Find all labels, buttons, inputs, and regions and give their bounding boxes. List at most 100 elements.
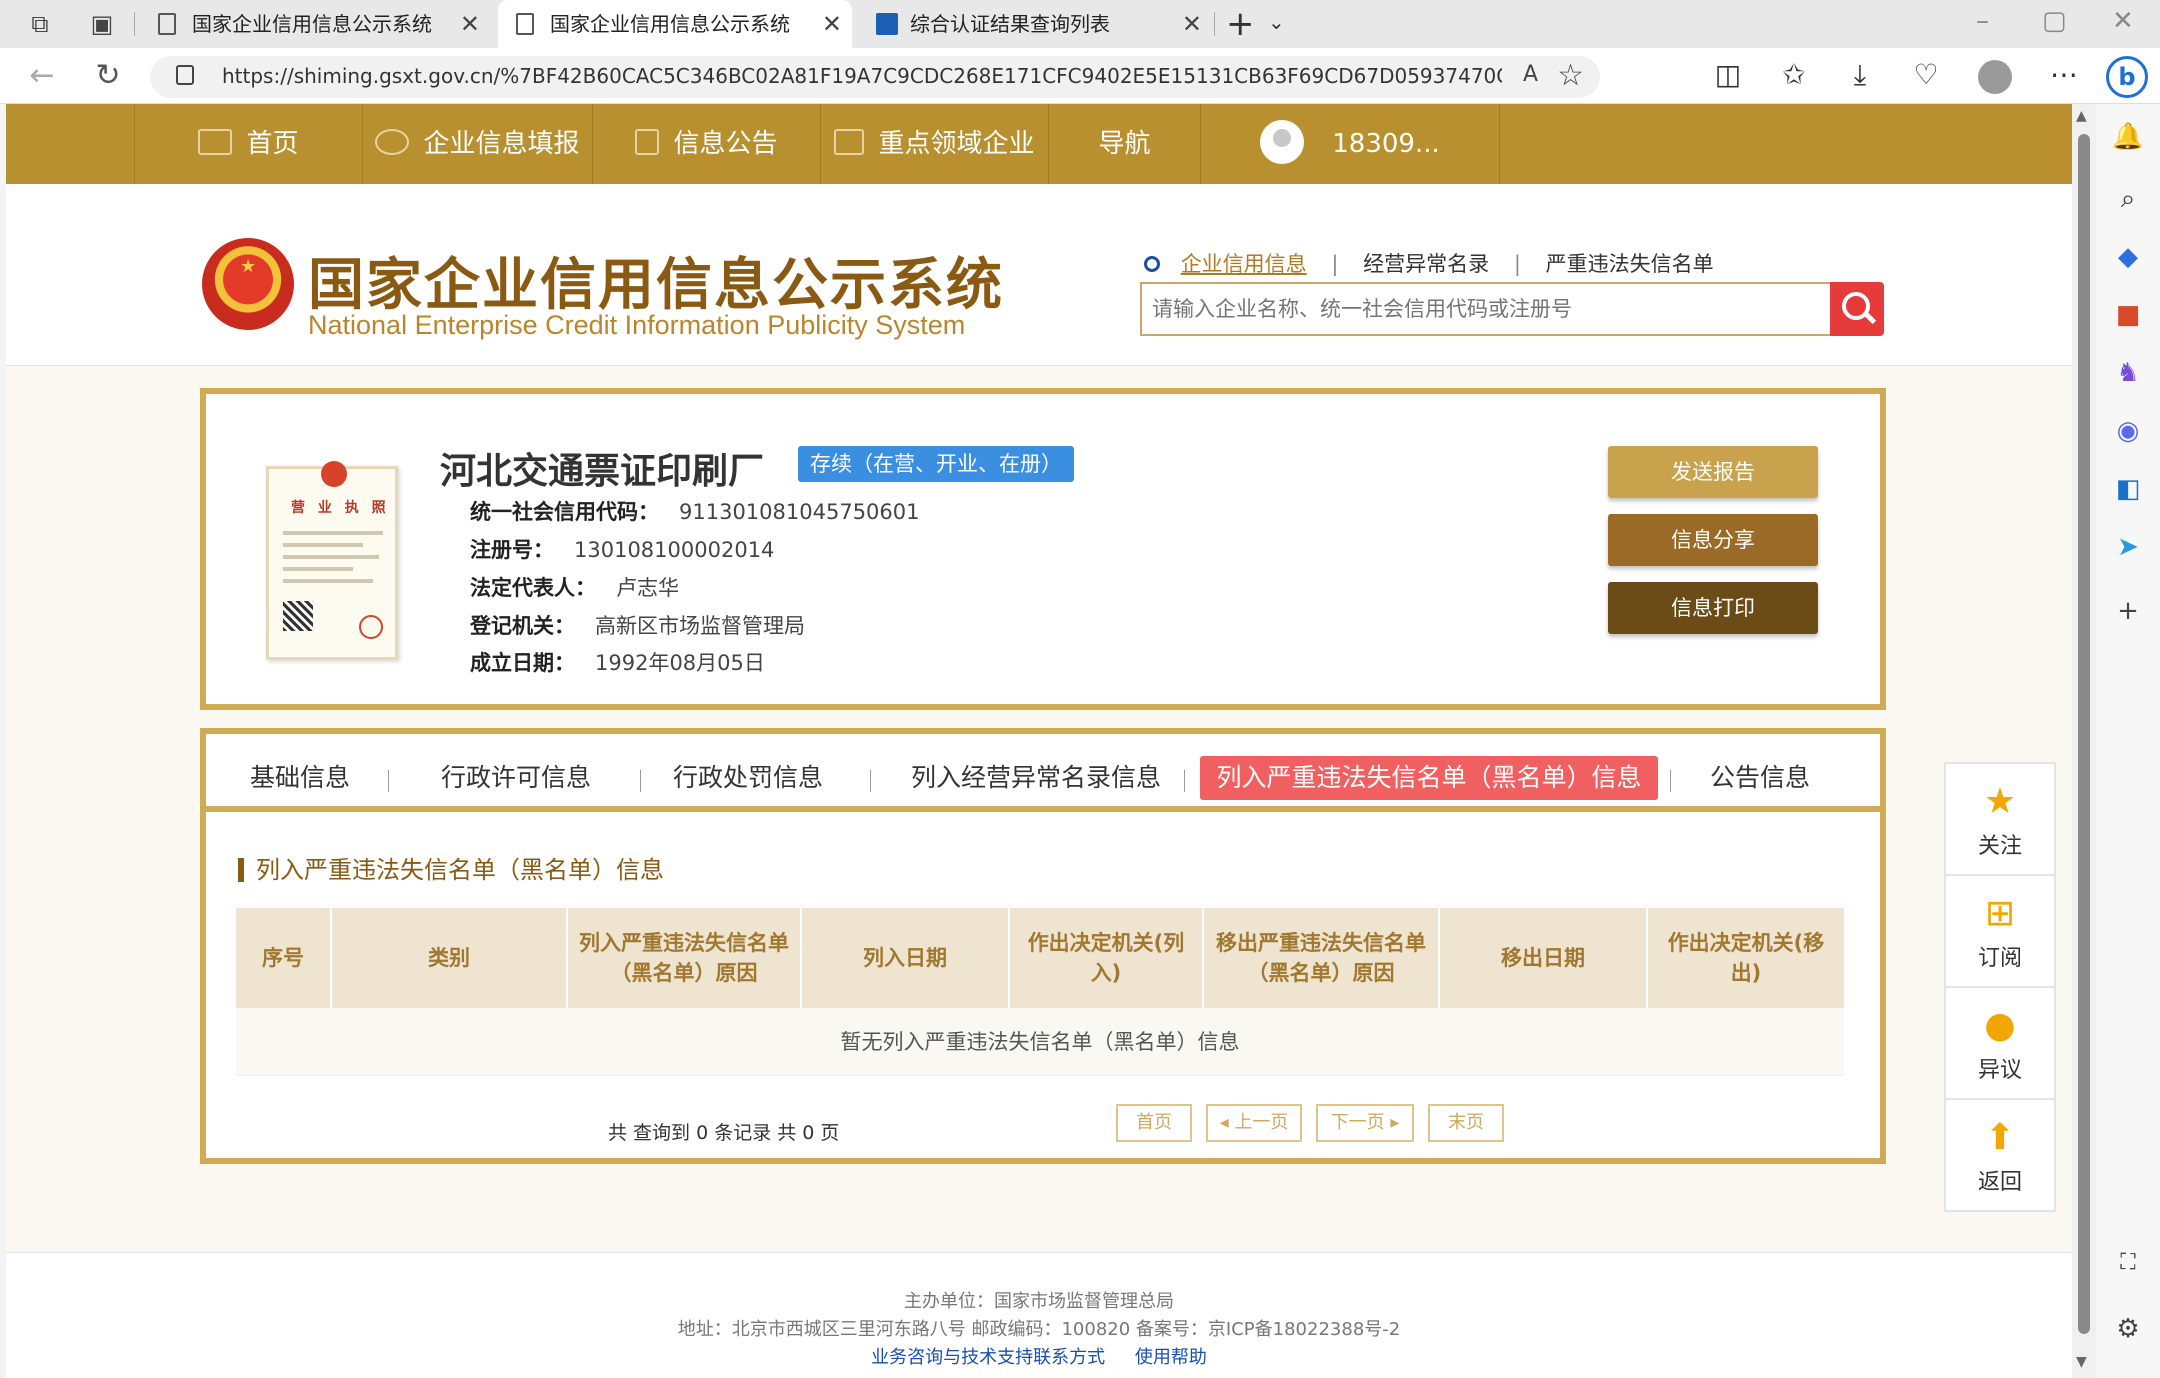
screenshot-icon[interactable]: ⛶ [2108,1250,2148,1275]
minimize-icon[interactable]: – [1976,6,1989,36]
refresh-icon[interactable]: ↻ [90,58,126,93]
download-icon[interactable]: ⤓ [1840,58,1880,92]
nav-user[interactable]: 18309... [1200,104,1500,184]
page-icon [516,13,534,35]
games-icon[interactable]: ♞ [2108,358,2148,388]
browser-tab-bar: ⧉ ▣ 国家企业信用信息公示系统 ✕ 国家企业信用信息公示系统 ✕ 综合认证结果… [0,0,2160,48]
license-line [283,567,353,571]
tab-divider [1184,770,1185,792]
arrow-up-icon: ⬆ [1984,1117,2016,1158]
search-icon[interactable]: ⌕ [2108,184,2148,215]
tab-title: 国家企业信用信息公示系统 [550,12,790,36]
tab-blacklist[interactable]: 列入严重违法失信名单（黑名单）信息 [1200,756,1658,800]
last-page-button[interactable]: 末页 [1428,1104,1504,1142]
favorites-icon[interactable]: ✩ [1774,58,1814,91]
tab-basic[interactable]: 基础信息 [230,756,370,800]
user-avatar-icon [1260,119,1305,164]
copilot-apps-icon[interactable]: ◉ [2108,416,2148,446]
support-contact-link[interactable]: 业务咨询与技术支持联系方式 [871,1347,1105,1368]
first-page-button[interactable]: 首页 [1116,1104,1192,1142]
scroll-down-icon[interactable]: ▼ [2076,1354,2087,1370]
scroll-up-icon[interactable]: ▲ [2076,108,2087,124]
objection-button[interactable]: ● 异议 [1946,988,2054,1100]
send-report-button[interactable]: 发送报告 [1608,446,1818,498]
scroll-thumb[interactable] [2078,134,2090,1334]
back-icon[interactable]: ← [24,58,60,93]
help-link[interactable]: 使用帮助 [1135,1347,1207,1368]
user-name: 18309... [1332,129,1440,159]
nav-key-sector[interactable]: 重点领域企业 [820,104,1048,184]
footer-sponsor: 主办单位：国家市场监督管理总局 [904,1291,1174,1312]
search-input[interactable] [1140,282,1830,336]
column-header: 移出严重违法失信名单（黑名单）原因 [1204,908,1440,1008]
search-button[interactable] [1830,282,1884,336]
section-title: 列入严重违法失信名单（黑名单）信息 [238,858,664,882]
page-icon [158,13,176,35]
close-window-icon[interactable]: ✕ [2112,6,2134,36]
page-scrollbar[interactable]: ▲ ▼ [2072,104,2096,1378]
tab-divider [870,770,871,792]
url-box[interactable]: https://shiming.gsxt.gov.cn/%7BF42B60CAC… [150,56,1600,98]
browser-essentials-icon[interactable]: ♡ [1906,58,1946,91]
top-nav: 首页 企业信息填报 信息公告 重点领域企业 导航 18309... [6,104,2072,184]
lock-icon[interactable] [176,65,194,85]
plus-square-icon: ⊞ [1984,893,2016,934]
browser-tab-2[interactable]: 国家企业信用信息公示系统 ✕ [498,0,852,48]
nav-label: 首页 [246,129,299,159]
search-type-links: 企业信用信息 | 经营异常名录 | 严重违法失信名单 [1144,248,1732,278]
tab-penalty[interactable]: 行政处罚信息 [638,756,858,800]
new-tab-icon[interactable]: + [1226,4,1255,44]
share-info-button[interactable]: 信息分享 [1608,514,1818,566]
nav-guide[interactable]: 导航 [1048,104,1200,184]
add-icon[interactable]: + [2108,596,2148,626]
follow-button[interactable]: ★ 关注 [1946,764,2054,876]
outlook-icon[interactable]: ◧ [2108,474,2148,504]
settings-gear-icon[interactable]: ⚙ [2108,1314,2148,1344]
divider: | [1513,252,1521,276]
tab-license[interactable]: 行政许可信息 [406,756,626,800]
subscribe-button[interactable]: ⊞ 订阅 [1946,876,2054,988]
float-label: 关注 [1977,834,2022,859]
more-icon[interactable]: ⋯ [2044,58,2084,91]
next-page-button[interactable]: 下一页 ▸ [1316,1104,1414,1142]
back-to-top-button[interactable]: ⬆ 返回 [1946,1100,2054,1212]
favorite-star-icon[interactable]: ☆ [1557,58,1584,93]
search-link-blacklist[interactable]: 严重违法失信名单 [1546,252,1714,276]
search-link-credit[interactable]: 企业信用信息 [1181,252,1307,276]
tab-abnormal[interactable]: 列入经营异常名录信息 [886,756,1186,800]
license-line [283,579,373,583]
split-screen-icon[interactable]: ◫ [1708,58,1748,91]
nav-announcement[interactable]: 信息公告 [592,104,820,184]
close-tab-icon[interactable]: ✕ [822,0,842,48]
prev-page-button[interactable]: ◂ 上一页 [1206,1104,1302,1142]
bell-icon[interactable]: 🔔 [2108,122,2148,152]
nav-fill-info[interactable]: 企业信息填报 [362,104,592,184]
browser-tab-3[interactable]: 综合认证结果查询列表 ✕ [858,0,1212,48]
seal-icon [359,615,383,639]
footer: 主办单位：国家市场监督管理总局 地址：北京市西城区三里河东路八号 邮政编码：10… [6,1252,2072,1378]
send-icon[interactable]: ➤ [2108,532,2148,562]
profile-avatar-icon[interactable] [1978,60,2012,94]
tab-actions-icon[interactable]: ▣ [88,10,116,38]
nav-home[interactable]: 首页 [134,104,362,184]
business-license-image[interactable]: 营 业 执 照 [266,461,398,660]
toolbox-icon[interactable]: ■ [2108,300,2148,330]
chevron-down-icon[interactable]: ⌄ [1268,10,1285,34]
divider: | [1331,252,1339,276]
tab-title: 国家企业信用信息公示系统 [192,12,432,36]
tab-divider [1670,770,1671,792]
search-link-abnormal[interactable]: 经营异常名录 [1363,252,1489,276]
print-info-button[interactable]: 信息打印 [1608,582,1818,634]
maximize-icon[interactable]: ▢ [2042,6,2067,36]
url-text[interactable]: https://shiming.gsxt.gov.cn/%7BF42B60CAC… [222,64,1502,88]
nav-label: 企业信息填报 [423,129,580,159]
copilot-icon[interactable]: b [2106,56,2148,98]
shopping-tag-icon[interactable]: ◆ [2108,242,2148,272]
tab-announcement[interactable]: 公告信息 [1700,756,1820,800]
field-value: 1992年08月05日 [595,651,765,675]
browser-tab-1[interactable]: 国家企业信用信息公示系统 ✕ [140,0,490,48]
read-aloud-icon[interactable]: A [1523,62,1538,87]
workspaces-icon[interactable]: ⧉ [26,10,54,38]
close-tab-icon[interactable]: ✕ [460,0,480,48]
close-tab-icon[interactable]: ✕ [1182,0,1202,48]
